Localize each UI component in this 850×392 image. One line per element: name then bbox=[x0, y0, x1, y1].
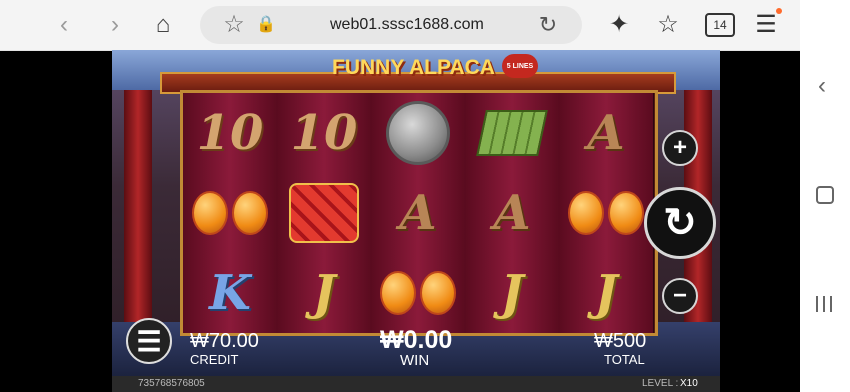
firecrackers-icon bbox=[289, 183, 359, 243]
total-label: TOTAL bbox=[604, 352, 645, 367]
system-nav-panel: ‹ bbox=[800, 0, 850, 392]
slot-game: FUNNY ALPACA 5 LINES 10 K 10 J A A J A J… bbox=[112, 50, 720, 392]
notification-dot bbox=[776, 8, 782, 14]
lantern-icon bbox=[566, 183, 646, 243]
browser-toolbar: ‹ › ⌂ ☆ 🔒 web01.sssc1688.com ↻ ✦ ☆ 14 ☰ bbox=[0, 0, 800, 51]
lantern-icon bbox=[190, 183, 270, 243]
total-amount: ₩500 bbox=[594, 330, 647, 352]
symbol-firecrackers bbox=[277, 173, 371, 253]
reel-3: A bbox=[371, 93, 466, 333]
forward-icon[interactable]: › bbox=[103, 13, 127, 37]
reel-4: A J bbox=[465, 93, 560, 333]
favorites-icon[interactable]: ☆ bbox=[656, 13, 680, 37]
win-amount: ₩0.00 bbox=[380, 326, 453, 354]
reload-icon[interactable]: ↻ bbox=[536, 13, 560, 37]
fans-icon bbox=[476, 110, 548, 156]
menu-icon[interactable]: ☰ bbox=[754, 13, 778, 37]
symbol-ten: 10 bbox=[290, 105, 358, 161]
symbol-j: J bbox=[500, 265, 524, 321]
url-text: web01.sssc1688.com bbox=[330, 16, 484, 33]
back-nav-icon[interactable]: ‹ bbox=[818, 72, 826, 100]
game-menu-button[interactable]: ☰ bbox=[126, 318, 172, 364]
symbol-lantern bbox=[559, 173, 653, 253]
level-label: LEVEL : bbox=[642, 378, 679, 389]
lock-icon: 🔒 bbox=[256, 16, 276, 33]
reel-2: 10 J bbox=[277, 93, 372, 333]
lantern-icon bbox=[378, 263, 458, 323]
decrease-bet-button[interactable]: − bbox=[662, 278, 698, 314]
symbol-a: A bbox=[493, 185, 531, 241]
symbol-fans bbox=[465, 93, 559, 173]
symbol-lantern bbox=[183, 173, 277, 253]
bookmark-star-icon[interactable]: ☆ bbox=[222, 13, 246, 37]
symbol-j: J bbox=[594, 265, 618, 321]
symbol-a: A bbox=[399, 185, 437, 241]
gong-icon bbox=[386, 101, 450, 165]
minus-icon: − bbox=[672, 282, 687, 309]
lines-badge: 5 LINES bbox=[502, 54, 538, 78]
symbol-j: J bbox=[312, 265, 336, 321]
reel-1: 10 K bbox=[183, 93, 278, 333]
credit-label: CREDIT bbox=[190, 352, 239, 367]
symbol-lantern bbox=[371, 253, 465, 333]
symbol-k: K bbox=[209, 265, 251, 321]
win-label: WIN bbox=[400, 352, 430, 369]
reel-5: A J bbox=[559, 93, 654, 333]
credit-amount: ₩70.00 bbox=[190, 330, 259, 352]
symbol-ten: 10 bbox=[196, 105, 264, 161]
home-icon[interactable]: ⌂ bbox=[151, 13, 175, 37]
session-id: 735768576805 bbox=[138, 378, 205, 389]
spin-refresh-icon: ↻ bbox=[663, 201, 697, 245]
home-nav-icon[interactable] bbox=[816, 186, 834, 204]
tabs-icon[interactable]: 14 bbox=[705, 13, 735, 37]
reel-frame: 10 K 10 J A A J A J bbox=[180, 90, 658, 336]
back-icon[interactable]: ‹ bbox=[52, 13, 76, 37]
increase-bet-button[interactable]: + bbox=[662, 130, 698, 166]
tabs-count: 14 bbox=[713, 18, 727, 32]
sparkle-icon[interactable]: ✦ bbox=[607, 13, 631, 37]
symbol-gong bbox=[371, 93, 465, 173]
url-bar[interactable]: ☆ 🔒 web01.sssc1688.com ↻ bbox=[200, 6, 582, 44]
symbol-a: A bbox=[587, 105, 625, 161]
level-value: X10 bbox=[680, 378, 698, 389]
recents-nav-icon[interactable] bbox=[816, 296, 832, 312]
spin-button[interactable]: ↻ bbox=[644, 187, 716, 259]
plus-icon: + bbox=[672, 134, 687, 161]
game-title: FUNNY ALPACA bbox=[332, 56, 495, 79]
hamburger-icon: ☰ bbox=[136, 325, 162, 357]
